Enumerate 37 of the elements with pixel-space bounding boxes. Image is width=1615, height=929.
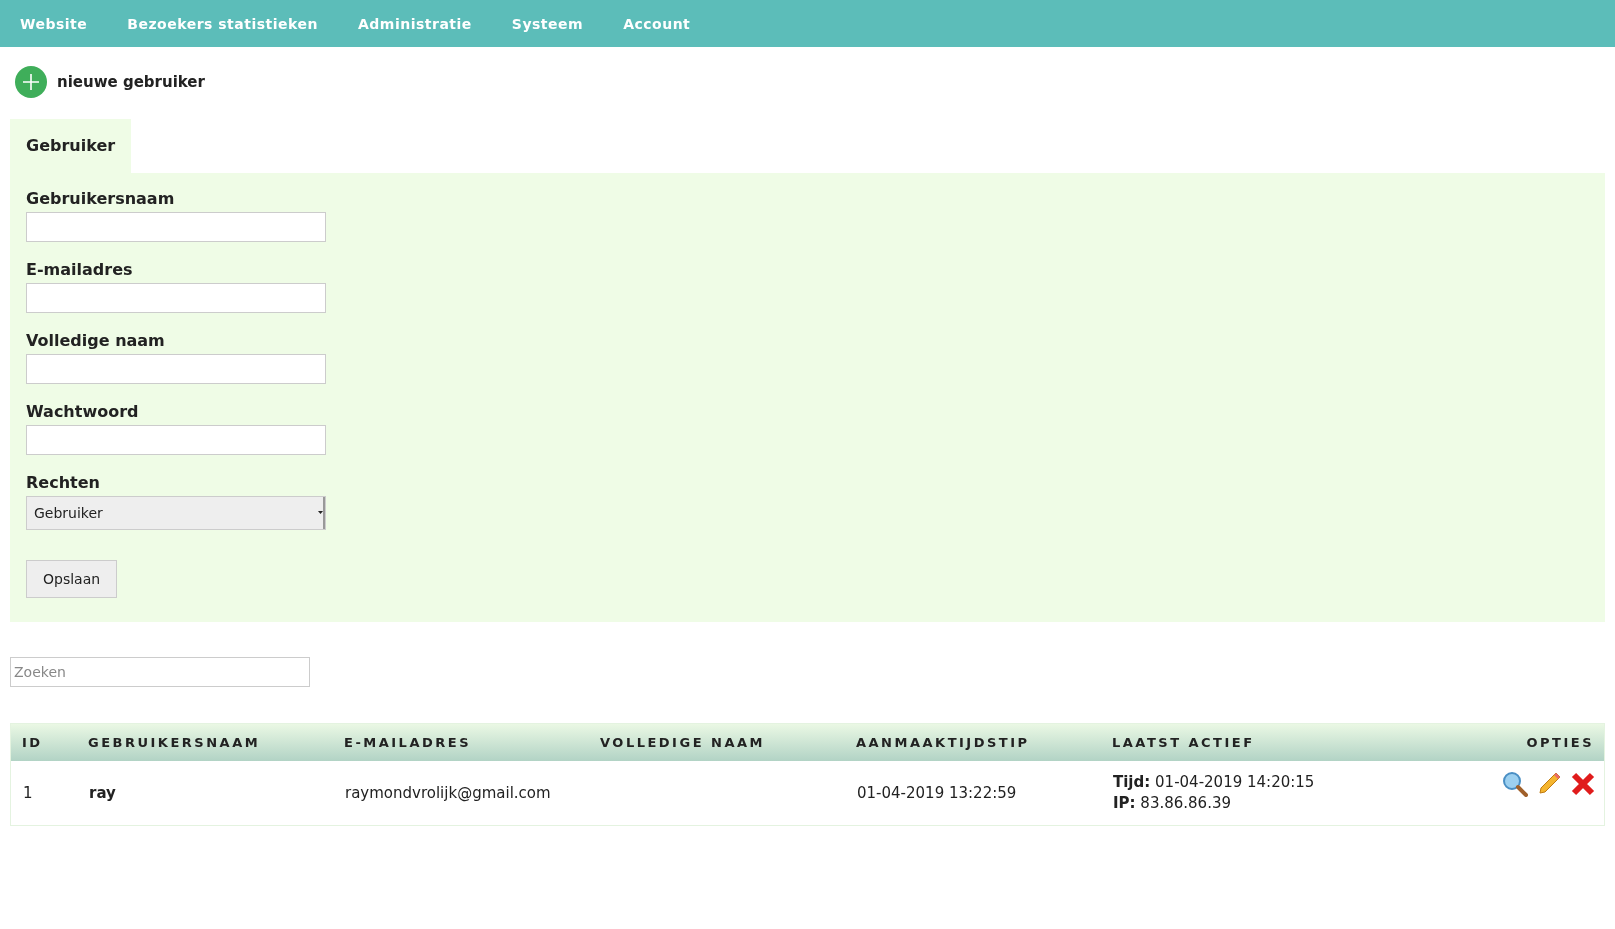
input-field[interactable] — [26, 283, 326, 313]
nav-link[interactable]: Website — [20, 15, 88, 32]
password-field[interactable] — [26, 425, 326, 455]
nav-link[interactable]: Administratie — [357, 15, 472, 32]
nav-link[interactable]: Bezoekers statistieken — [127, 15, 318, 32]
input-field[interactable] — [26, 212, 326, 242]
column-header: LAATST ACTIEF — [1111, 735, 1256, 750]
field-label: Rechten — [26, 473, 101, 492]
tab[interactable]: Gebruiker — [10, 119, 132, 173]
nav-link[interactable]: Account — [623, 15, 691, 32]
column-header: VOLLEDIGE NAAM — [599, 735, 766, 750]
table-cell-text: raymondvrolijk@gmail.com — [344, 784, 552, 802]
last-active-time: Tijd: 01-04-2019 14:20:15 — [1113, 772, 1316, 793]
field-label: Volledige naam — [26, 331, 166, 350]
new-user-link[interactable]: nieuwe gebruiker — [15, 66, 205, 98]
search-field[interactable]: Zoeken — [10, 657, 310, 687]
table-cell-text: ray — [88, 784, 117, 802]
delete-icon[interactable] — [1570, 771, 1596, 797]
column-header: OPTIES — [1525, 735, 1595, 750]
field-label: Wachtwoord — [26, 402, 140, 421]
column-header: AANMAAKTIJDSTIP — [855, 735, 1031, 750]
field-label: E-mailadres — [26, 260, 134, 279]
column-header: E-MAILADRES — [343, 735, 472, 750]
column-header: ID — [21, 735, 44, 750]
plus-icon — [15, 66, 47, 98]
last-active-ip: IP: 83.86.86.39 — [1113, 793, 1232, 814]
pencil-icon[interactable] — [1536, 771, 1562, 797]
column-header: GEBRUIKERSNAAM — [87, 735, 262, 750]
input-field[interactable] — [26, 354, 326, 384]
field-label: Gebruikersnaam — [26, 189, 176, 208]
nav-link[interactable]: Systeem — [511, 15, 584, 32]
search-icon[interactable] — [1502, 771, 1528, 797]
caret-icon — [317, 497, 325, 529]
table-cell-text: 01-04-2019 13:22:59 — [856, 784, 1018, 802]
table-cell-text: 1 — [22, 784, 34, 802]
select-field[interactable]: Gebruiker — [26, 496, 326, 530]
save-button[interactable]: Opslaan — [26, 560, 118, 598]
